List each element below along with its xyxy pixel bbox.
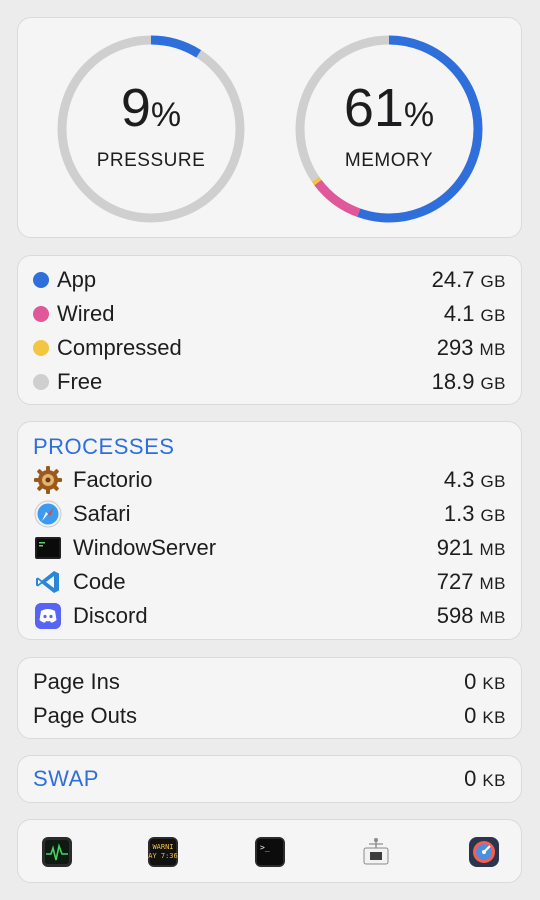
pressure-label: PRESSURE — [96, 149, 206, 171]
swap-title: SWAP — [33, 766, 99, 791]
memory-label: MEMORY — [344, 149, 434, 171]
vscode-icon — [33, 567, 63, 597]
console-icon[interactable]: WARNI AY 7:36 — [147, 836, 179, 868]
process-row-code[interactable]: Code 727 MB — [18, 565, 521, 599]
activity-monitor-icon[interactable] — [41, 836, 73, 868]
memory-breakdown-card: App 24.7 GB Wired 4.1 GB Compressed 293 MB … — [17, 255, 522, 405]
svg-text:AY 7:36: AY 7:36 — [148, 852, 178, 860]
swap-card: SWAP 0 KB — [17, 755, 522, 803]
pressure-gauge: 9% PRESSURE — [54, 32, 248, 226]
breakdown-row-app: App 24.7 GB — [18, 263, 521, 297]
breakdown-row-free: Free 18.9 GB — [18, 365, 521, 399]
gauge-card: 9% PRESSURE 61% MEMORY — [17, 17, 522, 238]
breakdown-row-wired: Wired 4.1 GB — [18, 297, 521, 331]
svg-text:>_: >_ — [260, 843, 270, 852]
free-dot — [33, 374, 49, 390]
factorio-gear-icon — [33, 465, 63, 495]
pressure-value: 9% — [120, 77, 182, 138]
memory-gauge: 61% MEMORY — [292, 32, 486, 226]
disk-utility-icon[interactable] — [468, 836, 500, 868]
system-information-icon[interactable] — [360, 836, 392, 868]
terminal-icon[interactable]: >_ — [254, 836, 286, 868]
memory-panel: 9% PRESSURE 61% MEMORY App 24.7 GB Wired … — [0, 0, 540, 900]
process-row-discord[interactable]: Discord 598 MB — [18, 599, 521, 633]
discord-icon — [33, 601, 63, 631]
compressed-dot — [33, 340, 49, 356]
processes-title: PROCESSES — [33, 434, 175, 459]
app-launcher-bar: WARNI AY 7:36 >_ — [17, 819, 522, 883]
swap-row: SWAP 0 KB — [33, 766, 506, 791]
app-dot — [33, 272, 49, 288]
breakdown-row-compressed: Compressed 293 MB — [18, 331, 521, 365]
page-outs-row: Page Outs 0 KB — [33, 703, 506, 728]
process-row-windowserver[interactable]: WindowServer 921 MB — [18, 531, 521, 565]
paging-card: Page Ins 0 KB Page Outs 0 KB — [17, 657, 522, 739]
process-row-safari[interactable]: Safari 1.3 GB — [18, 497, 521, 531]
processes-card: PROCESSES Factorio 4.3 GB Safari 1.3 GB … — [17, 421, 522, 640]
process-row-factorio[interactable]: Factorio 4.3 GB — [18, 463, 521, 497]
svg-text:WARNI: WARNI — [152, 843, 173, 851]
memory-value: 61% — [343, 77, 435, 138]
windowserver-terminal-icon — [33, 533, 63, 563]
wired-dot — [33, 306, 49, 322]
safari-compass-icon — [33, 499, 63, 529]
page-ins-row: Page Ins 0 KB — [33, 669, 506, 694]
